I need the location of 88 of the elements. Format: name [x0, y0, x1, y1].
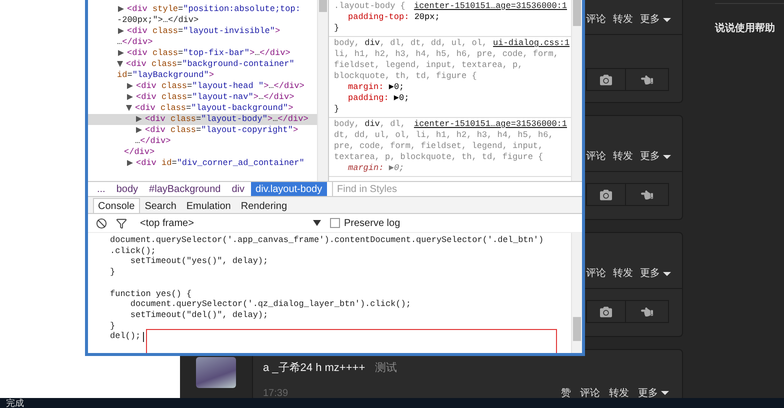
action-link[interactable]: 转发 — [613, 267, 633, 281]
checkbox-label[interactable]: Preserve log — [344, 218, 400, 228]
css-property[interactable]: margin: ▶0; — [334, 82, 567, 93]
caret-icon — [663, 155, 671, 159]
triangle-down-icon[interactable] — [117, 60, 123, 67]
caret-icon — [313, 220, 321, 226]
action-link[interactable]: 赞 — [561, 386, 571, 398]
scrollbar[interactable] — [571, 233, 582, 353]
triangle-right-icon[interactable] — [127, 82, 133, 89]
action-link[interactable]: 更多 — [640, 267, 671, 281]
source-link[interactable]: ui-dialog.css:1 — [493, 38, 570, 49]
css-property[interactable]: padding-top: 20px; — [334, 12, 567, 23]
triangle-right-icon[interactable] — [136, 126, 142, 133]
css-property[interactable]: margin: ▶0; — [334, 163, 567, 174]
css-selector: textarea, p, blockquote, th, td, figure { — [334, 152, 544, 163]
dom-node-continuation: id="layBackground"> — [116, 70, 215, 81]
help-link[interactable]: 说说使用帮助 — [715, 23, 775, 34]
source-link[interactable]: icenter-1510151…age=31536000:1 — [414, 1, 567, 12]
css-selector: fieldset, legend, input, textarea, p, — [334, 60, 524, 71]
triangle-right-icon[interactable] — [127, 160, 133, 166]
clear-icon[interactable] — [96, 218, 107, 228]
tab[interactable]: Rendering — [236, 198, 292, 213]
dom-node[interactable]: <div class="layout-body">…</div> — [88, 114, 317, 125]
breadcrumb[interactable]: #layBackground — [144, 182, 226, 196]
action-link[interactable]: 转发 — [613, 150, 633, 164]
breadcrumb[interactable]: body — [111, 182, 144, 196]
dom-node[interactable]: <div class="background-container" — [88, 59, 317, 70]
filter-icon[interactable] — [116, 218, 127, 228]
pointing-hand-icon[interactable] — [625, 68, 669, 91]
tab[interactable]: Console — [93, 198, 140, 213]
pointing-hand-icon[interactable] — [625, 300, 669, 323]
triangle-right-icon[interactable] — [136, 116, 142, 122]
dom-node[interactable]: <div class="layout-copyright"> — [88, 125, 317, 136]
camera-icon[interactable] — [586, 300, 626, 323]
dom-node-continuation: -200px;">…</div> — [116, 15, 200, 26]
source-link[interactable]: icenter-1510151…age=31536000:1 — [414, 119, 567, 130]
triangle-right-icon[interactable] — [127, 94, 133, 100]
camera-icon[interactable] — [586, 183, 626, 206]
tab[interactable]: Emulation — [181, 198, 236, 213]
breadcrumb[interactable]: ... — [92, 182, 110, 196]
dom-node[interactable]: <div class="layout-nav">…</div> — [88, 92, 317, 103]
avatar-placeholder — [196, 357, 236, 388]
css-selector: .layout-body { — [334, 1, 406, 12]
text-cursor — [142, 332, 144, 342]
status-text: 完成 — [6, 398, 24, 408]
author-name[interactable]: a _子希24 h mz++++ — [263, 360, 366, 375]
css-property[interactable]: padding: ▶0; — [334, 93, 567, 104]
closing-brace: } — [334, 104, 340, 115]
pointing-hand-icon[interactable] — [625, 183, 669, 206]
action-link[interactable]: 转发 — [609, 386, 629, 398]
action-link[interactable]: 更多 — [640, 150, 671, 164]
dom-node[interactable]: <div id="div_corner_ad_container" — [88, 158, 317, 169]
action-link[interactable]: 评论 — [580, 386, 600, 398]
camera-icon[interactable] — [586, 68, 626, 91]
scrollbar[interactable] — [317, 0, 328, 181]
tab[interactable]: Search — [140, 198, 182, 213]
triangle-right-icon[interactable] — [118, 28, 124, 34]
caret-icon — [663, 272, 671, 276]
dom-node[interactable]: <div style="position:absolute;top: — [88, 4, 317, 15]
breadcrumb[interactable]: div — [226, 182, 250, 196]
css-selector: body, div, dl, dt, dd, ul, ol, — [334, 38, 488, 49]
triangle-right-icon[interactable] — [118, 50, 124, 56]
breadcrumb[interactable]: div.layout-body — [250, 182, 328, 196]
dom-node-continuation: …</div> — [134, 136, 172, 147]
css-selector: dt, dd, ul, ol, li, h1, h2, h3, h4, h5, h6, — [334, 130, 554, 141]
dom-node[interactable]: <div class="layout-invisible"> — [88, 26, 317, 37]
console-input[interactable]: del(); — [110, 331, 141, 342]
css-selector: li, h1, h2, h3, h4, h5, h6, pre, code, form, — [334, 49, 560, 60]
dom-node-continuation: …</div> — [116, 37, 154, 48]
css-selector: blockquote, th, td, figure { — [334, 71, 478, 82]
post-time: 17:39 — [263, 388, 288, 398]
action-link[interactable]: 转发 — [613, 13, 633, 27]
scrollbar[interactable] — [571, 0, 582, 181]
action-link[interactable]: 更多 — [640, 13, 671, 27]
context-dropdown[interactable]: <top frame> — [136, 218, 321, 228]
checkbox[interactable] — [330, 218, 340, 228]
action-link[interactable]: 评论 — [586, 267, 606, 281]
css-selector: body, div, dl, — [334, 119, 406, 130]
dom-node[interactable]: <div class="top-fix-bar">…</div> — [88, 48, 317, 59]
triangle-right-icon[interactable] — [118, 6, 124, 12]
caret-icon — [663, 18, 671, 22]
action-link[interactable]: 评论 — [586, 150, 606, 164]
css-selector: pre, code, form, fieldset, legend, input, — [334, 141, 544, 152]
post-text: 测试 — [375, 361, 398, 375]
closing-tag: </div> — [88, 147, 317, 158]
closing-brace: } — [334, 23, 340, 34]
action-link[interactable]: 评论 — [586, 13, 606, 27]
dom-node[interactable]: <div class="layout-head ">…</div> — [88, 81, 317, 92]
